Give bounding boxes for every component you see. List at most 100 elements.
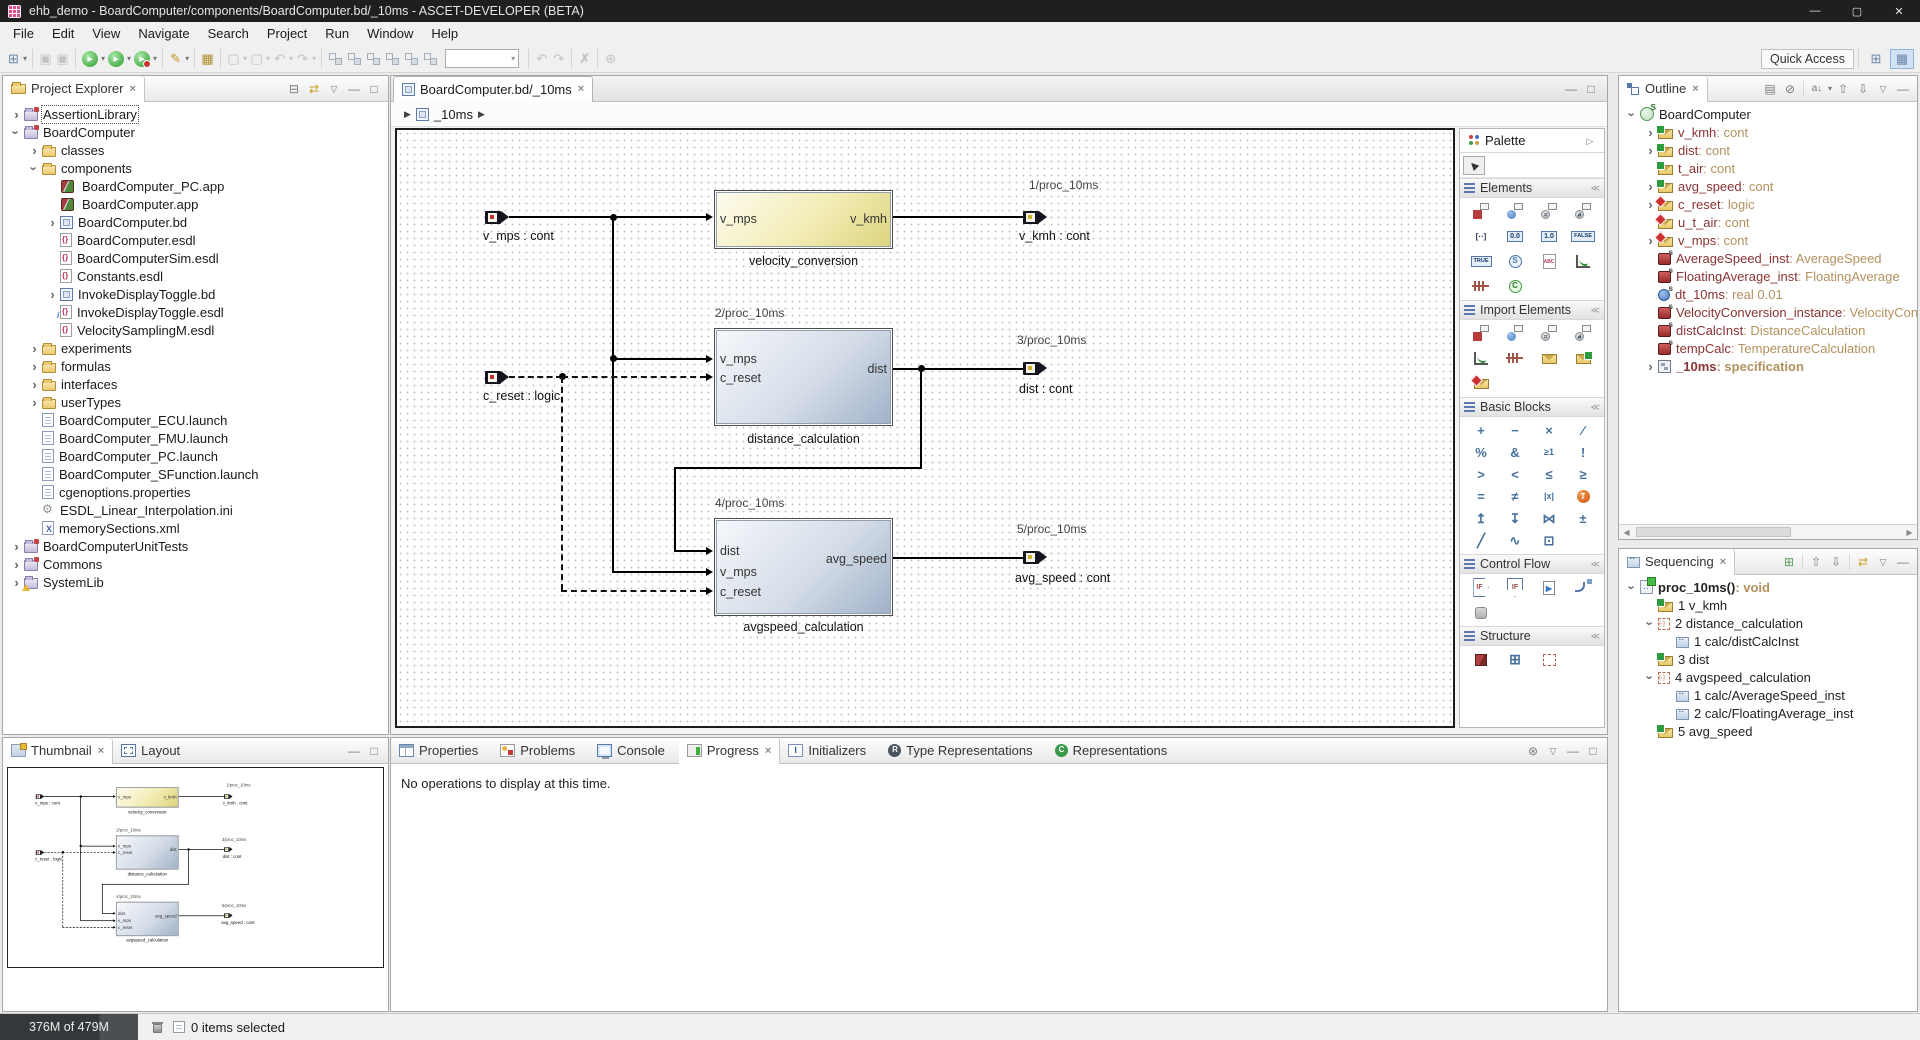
sequencing-row[interactable]: proc_10ms() : void bbox=[1619, 578, 1917, 596]
block-port[interactable]: avg_speed bbox=[826, 552, 887, 566]
block-port[interactable]: v_mps bbox=[118, 795, 131, 800]
profile-icon[interactable]: ▶ bbox=[134, 51, 150, 67]
palette-tool-icon[interactable]: = bbox=[1471, 488, 1491, 505]
input-port-v-mps[interactable] bbox=[36, 794, 44, 799]
outline-row[interactable]: dt_10ms : real 0.01 bbox=[1619, 285, 1917, 303]
bottom-tab[interactable]: Type Representations bbox=[880, 738, 1046, 764]
outline-row[interactable]: distCalcInst : DistanceCalculation bbox=[1619, 321, 1917, 339]
menu-item[interactable]: View bbox=[83, 22, 129, 45]
block-port[interactable]: avg_speed bbox=[155, 914, 176, 919]
outline-row[interactable]: VelocityConversion_instance : VelocityCo… bbox=[1619, 303, 1917, 321]
tree-row[interactable]: memorySections.xml bbox=[3, 519, 388, 537]
link-disabled-icon[interactable]: ⊘ bbox=[1781, 79, 1799, 99]
maximize-icon[interactable]: □ bbox=[1582, 79, 1600, 99]
palette-tool-icon[interactable]: ⊞ bbox=[1505, 651, 1525, 668]
palette-tool-icon[interactable]: [··] bbox=[1471, 228, 1491, 245]
tree-row[interactable]: BoardComputerSim.esdl bbox=[3, 249, 388, 267]
palette-tool-icon[interactable]: ● bbox=[1505, 203, 1525, 220]
sort-alpha-icon[interactable]: a↓ bbox=[1808, 79, 1826, 99]
outline-hscrollbar[interactable]: ◀ ▶ bbox=[1619, 524, 1917, 539]
sequencing-row[interactable]: 2 calc/FloatingAverage_inst bbox=[1619, 704, 1917, 722]
align-right-icon[interactable] bbox=[365, 51, 382, 67]
close-icon[interactable]: × bbox=[98, 745, 104, 757]
align-left-icon[interactable] bbox=[346, 51, 363, 67]
tree-row[interactable]: BoardComputer_PC.launch bbox=[3, 447, 388, 465]
outline-row[interactable]: avg_speed : cont bbox=[1619, 177, 1917, 195]
block-port[interactable]: v_mps bbox=[720, 212, 757, 226]
menu-item[interactable]: Navigate bbox=[129, 22, 198, 45]
expander-icon[interactable] bbox=[27, 395, 42, 410]
palette-tool-icon[interactable] bbox=[1573, 253, 1593, 270]
outline-row[interactable]: v_mps : cont bbox=[1619, 231, 1917, 249]
link-dropdown-icon[interactable]: ▾ bbox=[266, 54, 270, 63]
input-port-c-reset[interactable] bbox=[485, 371, 509, 384]
outline-row[interactable]: _10ms : specification bbox=[1619, 357, 1917, 375]
palette-tool-icon[interactable] bbox=[1505, 350, 1525, 367]
palette-section-import-elements[interactable]: Import Elements ≪ bbox=[1460, 300, 1604, 320]
expander-icon[interactable] bbox=[9, 557, 24, 572]
link-icon[interactable]: ▢ bbox=[248, 50, 265, 68]
tree-row[interactable]: AssertionLibrary bbox=[3, 105, 388, 123]
outline-row[interactable]: v_kmh : cont bbox=[1619, 123, 1917, 141]
palette-tool-icon[interactable]: 0.0 bbox=[1505, 228, 1525, 245]
palette-tool-icon[interactable]: ≠ bbox=[1505, 488, 1525, 505]
tree-row[interactable]: classes bbox=[3, 141, 388, 159]
palette-tool-icon[interactable]: × bbox=[1539, 422, 1559, 439]
block-port[interactable]: dist bbox=[170, 847, 177, 852]
expander-icon[interactable] bbox=[1643, 616, 1658, 631]
palette-tool-icon[interactable] bbox=[1539, 350, 1559, 367]
close-window-button[interactable]: ✕ bbox=[1878, 0, 1920, 22]
tree-row[interactable]: InvokeDisplayToggle.esdl bbox=[3, 303, 388, 321]
palette-tool-icon[interactable]: S bbox=[1505, 253, 1525, 270]
scroll-thumb[interactable] bbox=[1636, 527, 1791, 537]
collapse-section-icon[interactable]: ≪ bbox=[1591, 305, 1600, 316]
block-port[interactable]: v_mps bbox=[720, 352, 757, 366]
block-port[interactable]: v_mps bbox=[118, 844, 131, 849]
tree-row[interactable]: BoardComputer.bd bbox=[3, 213, 388, 231]
palette-tool-icon[interactable]: TRUE bbox=[1471, 253, 1491, 270]
block-port[interactable]: v_mps bbox=[118, 918, 131, 923]
scroll-left-icon[interactable]: ◀ bbox=[1619, 525, 1634, 539]
palette-tool-icon[interactable]: ╱ bbox=[1471, 532, 1491, 549]
minimize-icon[interactable]: — bbox=[1894, 79, 1912, 99]
connect-ports-icon[interactable] bbox=[327, 51, 344, 67]
breadcrumb-next-icon[interactable]: ▶ bbox=[478, 109, 485, 120]
diagram-canvas[interactable]: v_mps : cont c_reset : logic 1/proc_10ms… bbox=[395, 128, 1455, 728]
palette-tool-icon[interactable]: ■ bbox=[1471, 203, 1491, 220]
palette-tool-icon[interactable]: # bbox=[1573, 203, 1593, 220]
tree-row[interactable]: interfaces bbox=[3, 375, 388, 393]
save-icon[interactable]: ▣ bbox=[37, 50, 54, 68]
close-icon[interactable]: × bbox=[1720, 556, 1726, 568]
collapse-section-icon[interactable]: ≪ bbox=[1591, 631, 1600, 642]
palette-section-control-flow[interactable]: Control Flow ≪ bbox=[1460, 554, 1604, 574]
view-menu-icon[interactable]: ▽ bbox=[1544, 741, 1562, 761]
expander-icon[interactable] bbox=[27, 143, 42, 158]
tab-project-explorer[interactable]: Project Explorer × bbox=[3, 76, 145, 102]
save-all-icon[interactable]: ▣ bbox=[54, 50, 71, 68]
outline-row[interactable]: c_reset : logic bbox=[1619, 195, 1917, 213]
tab-outline[interactable]: Outline × bbox=[1619, 76, 1708, 102]
thumbnail-canvas[interactable]: v_mps : cont c_reset : logic 1/proc_10ms… bbox=[7, 767, 384, 968]
block-port[interactable]: v_kmh bbox=[164, 795, 177, 800]
palette-tool-icon[interactable]: ≥ bbox=[1573, 466, 1593, 483]
palette-tool-icon[interactable]: ≤ bbox=[1539, 466, 1559, 483]
sequencing-row[interactable]: 4 avgspeed_calculation bbox=[1619, 668, 1917, 686]
expander-icon[interactable] bbox=[27, 377, 42, 392]
palette-tool-icon[interactable]: 1.0 bbox=[1539, 228, 1559, 245]
move-up-icon[interactable]: ⇧ bbox=[1807, 552, 1825, 572]
palette-tool-icon[interactable]: # bbox=[1573, 325, 1593, 342]
thumbnail-tab[interactable]: Thumbnail × bbox=[3, 738, 113, 764]
quick-access-button[interactable]: Quick Access bbox=[1761, 49, 1854, 69]
palette-tool-icon[interactable] bbox=[1573, 579, 1593, 596]
run-icon[interactable]: ▶ bbox=[108, 51, 124, 67]
output-port-avg-speed[interactable] bbox=[224, 913, 232, 918]
block-port[interactable]: dist bbox=[118, 911, 125, 916]
palette-section-elements[interactable]: Elements ≪ bbox=[1460, 178, 1604, 198]
output-port-v-kmh[interactable] bbox=[224, 794, 232, 799]
pen-icon[interactable]: ✎ bbox=[167, 50, 184, 68]
palette-tool-icon[interactable]: ▶ bbox=[1539, 579, 1559, 596]
forward-icon[interactable]: ↷ bbox=[294, 50, 311, 68]
palette-tool-icon[interactable]: ABC bbox=[1539, 253, 1559, 270]
ascet-perspective-icon[interactable]: ▦ bbox=[1890, 49, 1914, 69]
menu-item[interactable]: Search bbox=[199, 22, 258, 45]
